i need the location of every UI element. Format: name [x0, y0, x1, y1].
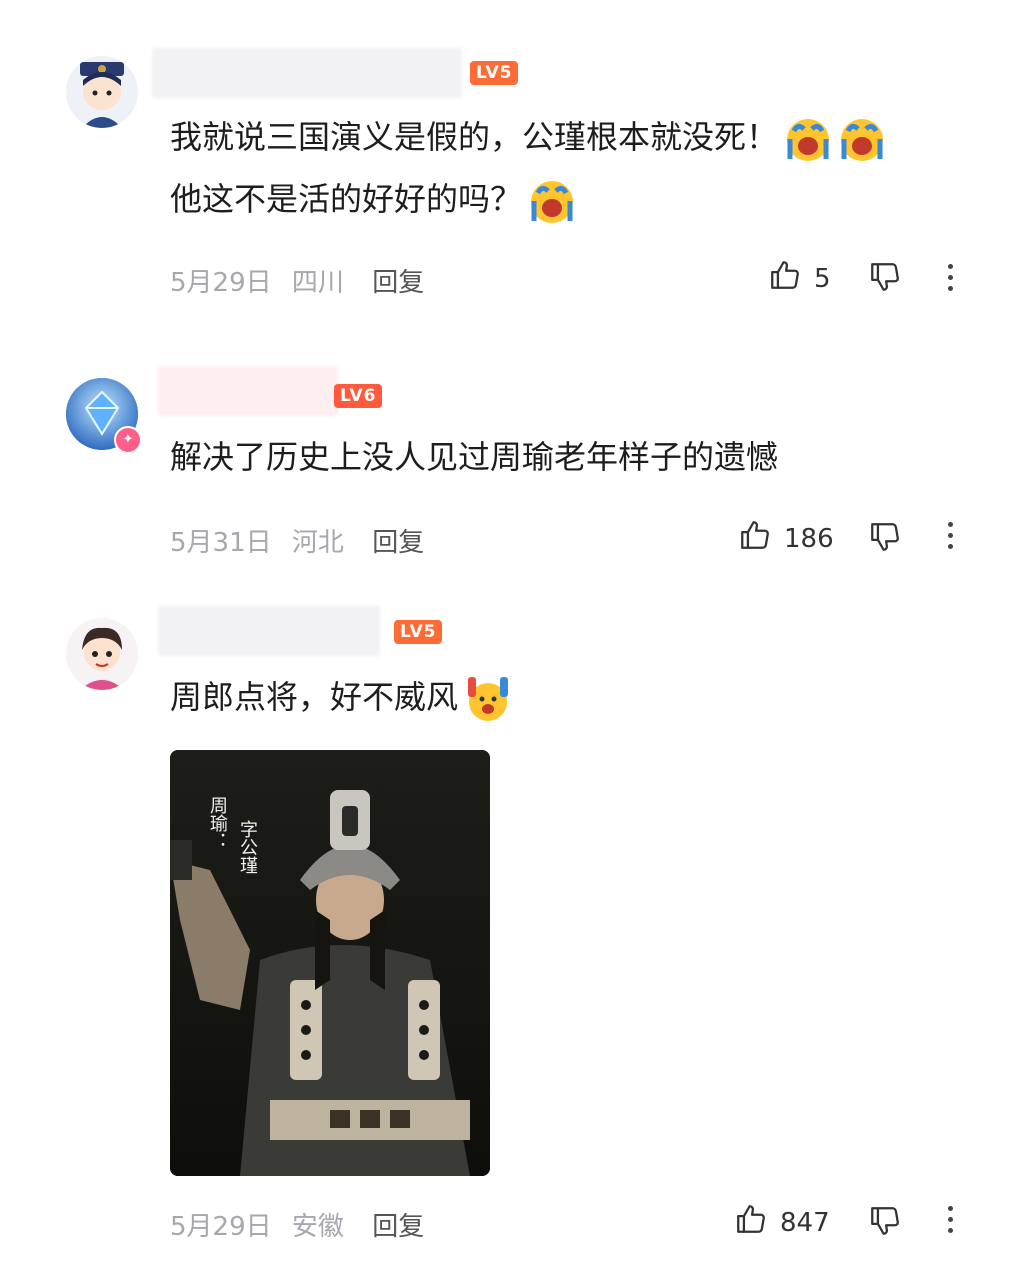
username-redacted[interactable]	[158, 606, 380, 656]
comment-text: 周郎点将，好不威风	[170, 666, 512, 728]
comment-line: 周郎点将，好不威风	[170, 678, 459, 716]
crying-face-icon	[784, 115, 832, 163]
like-count: 847	[780, 1207, 830, 1238]
username-redacted[interactable]	[158, 366, 338, 416]
more-vertical-icon[interactable]	[948, 264, 954, 297]
dislike-button[interactable]	[868, 520, 902, 558]
comment-meta: 5月29日 安徽 回复	[170, 1206, 436, 1243]
comment-location: 河北	[291, 528, 344, 558]
level-badge: LV5	[394, 620, 443, 644]
comment-line: 我就说三国演义是假的，公瑾根本就没死！	[170, 118, 779, 156]
like-count: 186	[784, 523, 834, 554]
reply-button[interactable]: 回复	[372, 528, 424, 558]
thumbs-down-icon	[868, 520, 902, 558]
image-caption: 字公瑾	[237, 820, 258, 874]
avatar[interactable]	[66, 56, 138, 128]
reply-button[interactable]: 回复	[372, 1212, 424, 1242]
level-badge: LV5	[470, 61, 519, 85]
reply-button[interactable]: 回复	[372, 268, 424, 298]
level-badge: LV6	[334, 384, 383, 408]
like-button[interactable]: 5	[768, 258, 831, 299]
like-button[interactable]: 847	[734, 1202, 830, 1243]
dislike-button[interactable]	[868, 1204, 902, 1242]
thumbs-up-icon	[734, 1202, 768, 1243]
more-vertical-icon[interactable]	[948, 1206, 954, 1239]
comment-date: 5月29日	[170, 268, 272, 298]
crying-face-icon	[528, 177, 576, 225]
thumbs-down-icon	[868, 1204, 902, 1242]
comment-location: 安徽	[291, 1212, 344, 1242]
comment-text: 我就说三国演义是假的，公瑾根本就没死！ 他这不是活的好好的吗？	[170, 106, 886, 230]
image-caption: 周瑜：	[207, 796, 228, 850]
comment-line: 解决了历史上没人见过周瑜老年样子的遗憾	[170, 438, 779, 476]
comment-date: 5月31日	[170, 528, 272, 558]
like-button[interactable]: 186	[738, 518, 834, 559]
thumbs-down-icon	[868, 260, 902, 298]
dislike-button[interactable]	[868, 260, 902, 298]
thumbs-up-icon	[768, 258, 802, 299]
crying-face-icon	[838, 115, 886, 163]
like-count: 5	[814, 263, 831, 294]
avatar[interactable]	[66, 618, 138, 690]
comment-image[interactable]: 周瑜： 字公瑾	[170, 750, 490, 1176]
comment-date: 5月29日	[170, 1212, 272, 1242]
comment-line: 他这不是活的好好的吗？	[170, 180, 523, 218]
comment-location: 四川	[291, 268, 344, 298]
cheering-face-icon	[464, 675, 512, 723]
more-vertical-icon[interactable]	[948, 522, 954, 555]
vip-badge: ✦	[114, 426, 142, 454]
comment-text: 解决了历史上没人见过周瑜老年样子的遗憾	[170, 426, 778, 488]
comment-meta: 5月29日 四川 回复	[170, 262, 436, 299]
comment-meta: 5月31日 河北 回复	[170, 522, 436, 559]
username-redacted[interactable]	[152, 48, 462, 98]
thumbs-up-icon	[738, 518, 772, 559]
